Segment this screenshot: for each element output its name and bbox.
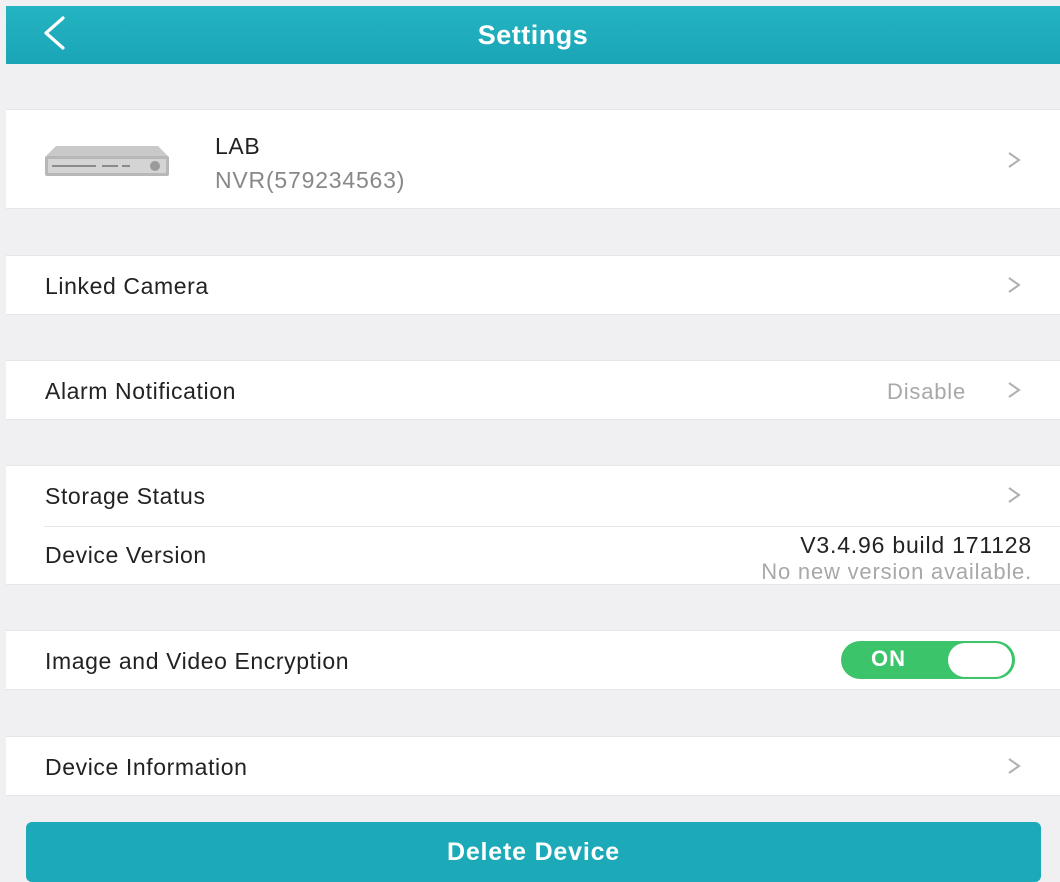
chevron-right-icon [1006, 150, 1022, 170]
linked-camera-label: Linked Camera [45, 273, 209, 299]
chevron-right-icon [1006, 275, 1022, 295]
toggle-knob [948, 643, 1012, 677]
device-version-label: Device Version [45, 542, 207, 568]
device-information-row[interactable]: Device Information [6, 736, 1060, 796]
alarm-notification-value: Disable [887, 379, 966, 404]
encryption-row: Image and Video Encryption ON [6, 630, 1060, 690]
device-name: LAB [215, 133, 261, 159]
alarm-notification-row[interactable]: Alarm Notification Disable [6, 360, 1060, 420]
storage-status-row[interactable]: Storage Status [6, 466, 1060, 526]
storage-status-label: Storage Status [45, 483, 206, 509]
chevron-right-icon [1006, 485, 1022, 505]
device-model: NVR(579234563) [215, 167, 406, 193]
version-status-text: No new version available. [761, 559, 1032, 584]
linked-camera-row[interactable]: Linked Camera [6, 255, 1060, 315]
encryption-toggle[interactable]: ON [841, 641, 1015, 679]
chevron-right-icon [1006, 756, 1022, 776]
alarm-notification-label: Alarm Notification [45, 378, 237, 404]
chevron-left-icon [41, 15, 67, 56]
storage-version-group: Storage Status Device Version V3.4.96 bu… [6, 465, 1060, 585]
toggle-state-label: ON [871, 646, 906, 671]
device-version-value: V3.4.96 build 171128 [800, 532, 1032, 558]
delete-device-label: Delete Device [447, 837, 620, 866]
delete-device-button[interactable]: Delete Device [26, 822, 1041, 882]
nvr-device-icon [42, 144, 172, 183]
settings-page: LAB NVR(579234563) Linked Camera Alarm N… [6, 64, 1060, 869]
chevron-right-icon [1006, 380, 1022, 400]
back-button[interactable] [34, 14, 74, 56]
device-information-label: Device Information [45, 754, 248, 780]
device-version-row: Device Version V3.4.96 build 171128 No n… [6, 527, 1060, 586]
top-bar: Settings [6, 6, 1060, 64]
encryption-label: Image and Video Encryption [45, 648, 350, 674]
device-row[interactable]: LAB NVR(579234563) [6, 109, 1060, 209]
page-title: Settings [477, 19, 589, 50]
